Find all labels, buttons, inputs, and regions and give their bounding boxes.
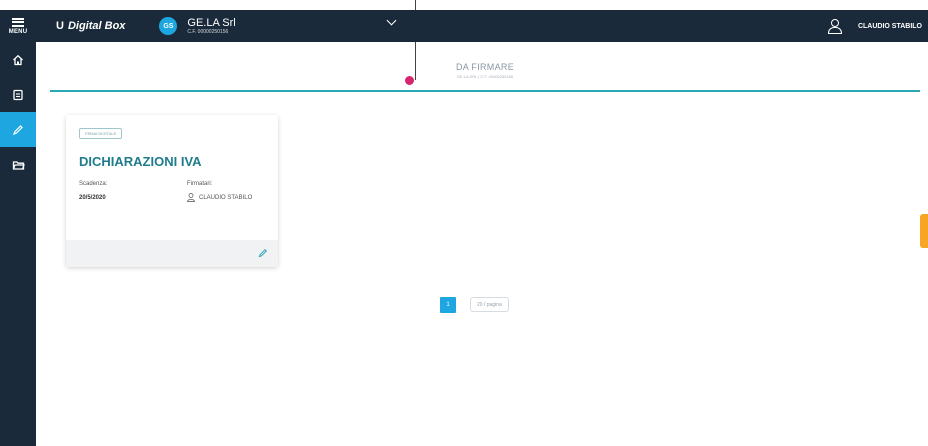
page-title: DA FIRMARE [455, 62, 514, 72]
company-info: GE.LA Srl C.F. 00000250156 [187, 17, 235, 35]
menu-label: MENU [8, 28, 28, 35]
chevron-down-icon[interactable] [386, 15, 397, 26]
menu-button[interactable]: MENU [0, 10, 36, 42]
per-page-select[interactable]: 20 / pagina [470, 297, 509, 312]
page-subtitle: GE.LA SRL | C.F. 00000250156 [456, 74, 514, 79]
company-code: C.F. 00000250156 [187, 29, 229, 35]
signer-name: CLAUDIO STABILO [199, 195, 253, 201]
page-header: DA FIRMARE GE.LA SRL | C.F. 00000250156 [50, 42, 920, 92]
user-menu[interactable]: CLAUDIO STABILO [827, 10, 922, 42]
sidebar-item-archive[interactable] [0, 147, 36, 182]
folder-icon [12, 160, 25, 170]
sidebar [0, 42, 36, 446]
app-root: MENU U Digital Box GS GE.LA Srl C.F. 000… [0, 0, 928, 446]
pagination-current-page[interactable]: 1 [440, 297, 456, 313]
edit-icon[interactable] [258, 248, 268, 258]
annotation-pointer-dot [405, 76, 414, 85]
user-icon [827, 19, 842, 34]
sidebar-item-home[interactable] [0, 42, 36, 77]
document-card[interactable]: FIRMA DIGITALE DICHIARAZIONI IVA Scadenz… [66, 115, 278, 267]
card-title: DICHIARAZIONI IVA [79, 154, 202, 169]
user-name: CLAUDIO STABILO [857, 22, 922, 30]
pen-icon [12, 124, 23, 135]
brand[interactable]: U Digital Box [56, 20, 125, 32]
company-selector[interactable]: GS GE.LA Srl C.F. 00000250156 [159, 17, 236, 35]
top-bar: MENU U Digital Box GS GE.LA Srl C.F. 000… [0, 10, 928, 42]
sidebar-item-sign[interactable] [0, 112, 36, 147]
brand-logo: U [56, 20, 64, 32]
deadline-label: Scadenza: [79, 181, 108, 187]
feedback-tab[interactable] [920, 214, 928, 248]
card-tag: FIRMA DIGITALE [79, 128, 123, 139]
company-avatar: GS [159, 17, 178, 35]
signers-label: Firmatari: [187, 181, 213, 187]
brand-name: Digital Box [67, 20, 126, 32]
document-icon [13, 89, 23, 100]
home-icon [13, 54, 23, 65]
sidebar-item-documents[interactable] [0, 77, 36, 112]
company-name: GE.LA Srl [187, 17, 236, 29]
card-footer [66, 240, 278, 267]
deadline-value: 20/5/2020 [79, 195, 106, 201]
menu-icon [12, 17, 24, 27]
user-icon [187, 193, 195, 202]
